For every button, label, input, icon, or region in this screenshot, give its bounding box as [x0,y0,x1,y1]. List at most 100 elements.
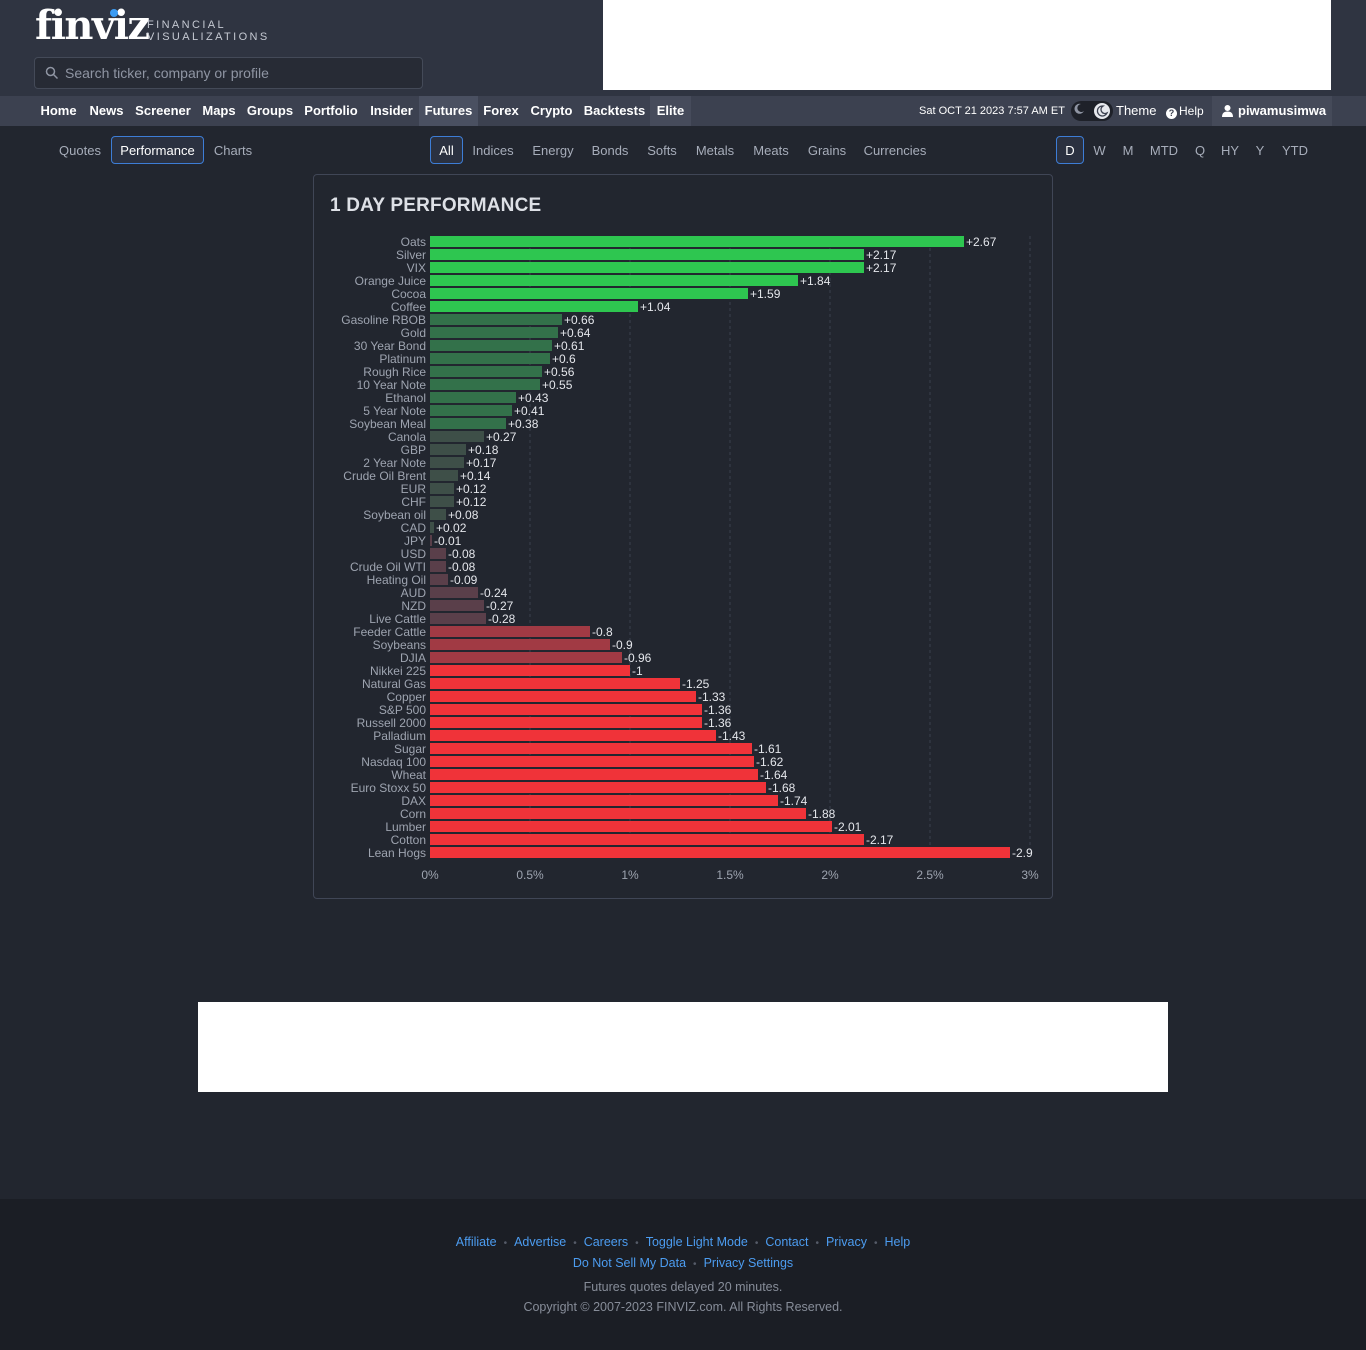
tab-performance[interactable]: Performance [111,136,204,164]
bar [430,483,454,494]
period-ytd[interactable]: YTD [1274,136,1316,164]
filter-softs[interactable]: Softs [638,136,686,164]
theme-toggle[interactable] [1071,101,1113,121]
category-label: VIX [407,261,426,275]
bar [430,782,766,793]
category-label: 10 Year Note [357,378,427,392]
user-menu[interactable]: piwamusimwa [1212,96,1332,126]
footer-link-privacy-settings[interactable]: Privacy Settings [704,1256,794,1270]
nav-home[interactable]: Home [34,96,83,126]
bar [430,561,446,572]
period-m[interactable]: M [1114,136,1142,164]
category-label: EUR [401,482,427,496]
value-label: +0.08 [448,508,479,522]
bar [430,639,610,650]
bar [430,535,432,546]
bar [430,717,702,728]
nav-forex[interactable]: Forex [478,96,524,126]
filter-energy[interactable]: Energy [524,136,582,164]
period-q[interactable]: Q [1186,136,1214,164]
bar [430,444,466,455]
value-label: -1.33 [698,690,726,704]
site-header: finviz FINANCIAL VISUALIZATIONS [0,0,1366,96]
period-d[interactable]: D [1056,136,1084,164]
category-label: Heating Oil [367,573,426,587]
username: piwamusimwa [1238,103,1327,118]
search-box[interactable] [34,57,423,89]
theme-label[interactable]: Theme [1116,96,1156,126]
category-label: 30 Year Bond [354,339,426,353]
category-label: JPY [404,534,426,548]
bar [430,704,702,715]
category-label: Palladium [373,729,426,743]
value-label: -1.74 [780,794,808,808]
nav-insider[interactable]: Insider [364,96,419,126]
bar [430,756,754,767]
filter-currencies[interactable]: Currencies [856,136,934,164]
x-tick-label: 2% [821,868,839,882]
nav-screener[interactable]: Screener [130,96,196,126]
value-label: +1.59 [750,287,781,301]
category-label: Cocoa [391,287,426,301]
bar [430,288,748,299]
filter-meats[interactable]: Meats [744,136,798,164]
footer-separator: • [693,1259,697,1270]
help-link[interactable]: ? Help [1166,96,1204,126]
nav-backtests[interactable]: Backtests [579,96,650,126]
category-label: Nikkei 225 [370,664,426,678]
period-w[interactable]: W [1085,136,1114,164]
footer-link-do-not-sell-my-data[interactable]: Do Not Sell My Data [573,1256,686,1270]
bar [430,418,506,429]
value-label: -1.36 [704,703,732,717]
bar [430,600,484,611]
category-label: Orange Juice [355,274,427,288]
logo-dot-icon [110,9,118,17]
period-hy[interactable]: HY [1214,136,1246,164]
bar [430,743,752,754]
filter-all[interactable]: All [430,136,463,164]
period-y[interactable]: Y [1246,136,1274,164]
category-label: Ethanol [385,391,426,405]
bar [430,626,590,637]
filter-metals[interactable]: Metals [688,136,742,164]
footer-link-toggle-light-mode[interactable]: Toggle Light Mode [646,1235,748,1249]
category-label: Canola [388,430,426,444]
nav-futures[interactable]: Futures [419,96,478,126]
nav-elite[interactable]: Elite [650,96,691,126]
logo-tagline: FINANCIAL VISUALIZATIONS [147,19,297,43]
tab-quotes[interactable]: Quotes [50,136,110,164]
value-label: +0.41 [514,404,545,418]
filter-bonds[interactable]: Bonds [582,136,638,164]
value-label: +0.14 [460,469,491,483]
tab-charts[interactable]: Charts [204,136,262,164]
value-label: -0.9 [612,638,633,652]
footer-link-help[interactable]: Help [884,1235,910,1249]
bar [430,366,542,377]
value-label: +2.67 [966,235,997,249]
value-label: +0.64 [560,326,591,340]
logo-tagline-line1: FINANCIAL [147,19,227,31]
footer-link-affiliate[interactable]: Affiliate [456,1235,497,1249]
nav-maps[interactable]: Maps [196,96,242,126]
filter-grains[interactable]: Grains [800,136,854,164]
search-input[interactable] [65,58,415,88]
x-tick-label: 0% [421,868,439,882]
question-icon: ? [1166,108,1177,119]
category-label: Live Cattle [369,612,426,626]
footer-link-privacy[interactable]: Privacy [826,1235,867,1249]
nav-groups[interactable]: Groups [242,96,298,126]
filter-indices[interactable]: Indices [463,136,523,164]
period-mtd[interactable]: MTD [1142,136,1186,164]
category-label: Sugar [394,742,426,756]
footer-link-contact[interactable]: Contact [765,1235,808,1249]
category-label: Wheat [391,768,426,782]
nav-crypto[interactable]: Crypto [524,96,579,126]
footer-link-advertise[interactable]: Advertise [514,1235,566,1249]
value-label: -1.68 [768,781,796,795]
footer-link-careers[interactable]: Careers [584,1235,628,1249]
nav-news[interactable]: News [83,96,130,126]
nav-portfolio[interactable]: Portfolio [298,96,364,126]
value-label: +0.56 [544,365,575,379]
category-label: Feeder Cattle [353,625,426,639]
value-label: +1.04 [640,300,671,314]
